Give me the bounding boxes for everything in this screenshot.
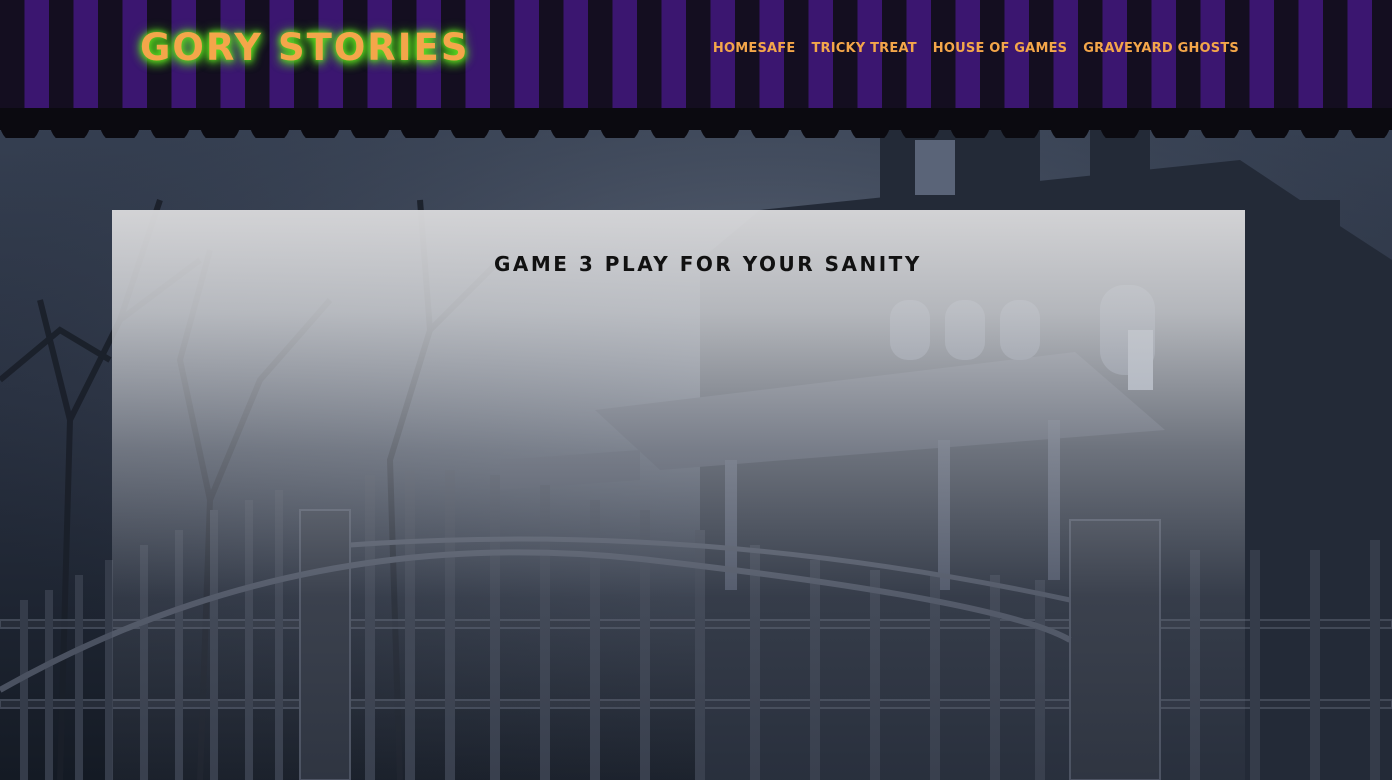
main-nav: HOMESAFE TRICKY TREAT HOUSE OF GAMES GRA… [713, 39, 1239, 59]
site-header: GORY STORIES HOMESAFE TRICKY TREAT HOUSE… [0, 0, 1392, 108]
nav-item-graveyard-ghosts[interactable]: GRAVEYARD GHOSTS [1083, 39, 1239, 59]
page-title: GAME 3 PLAY FOR YOUR SANITY [494, 252, 922, 276]
nav-item-house-of-games[interactable]: HOUSE OF GAMES [933, 39, 1067, 59]
scalloped-edge [0, 124, 1390, 138]
nav-item-tricky-treat[interactable]: TRICKY TREAT [811, 39, 916, 59]
content-panel [112, 210, 1245, 780]
nav-item-homesafe[interactable]: HOMESAFE [713, 39, 796, 59]
site-logo[interactable]: GORY STORIES [140, 26, 470, 69]
